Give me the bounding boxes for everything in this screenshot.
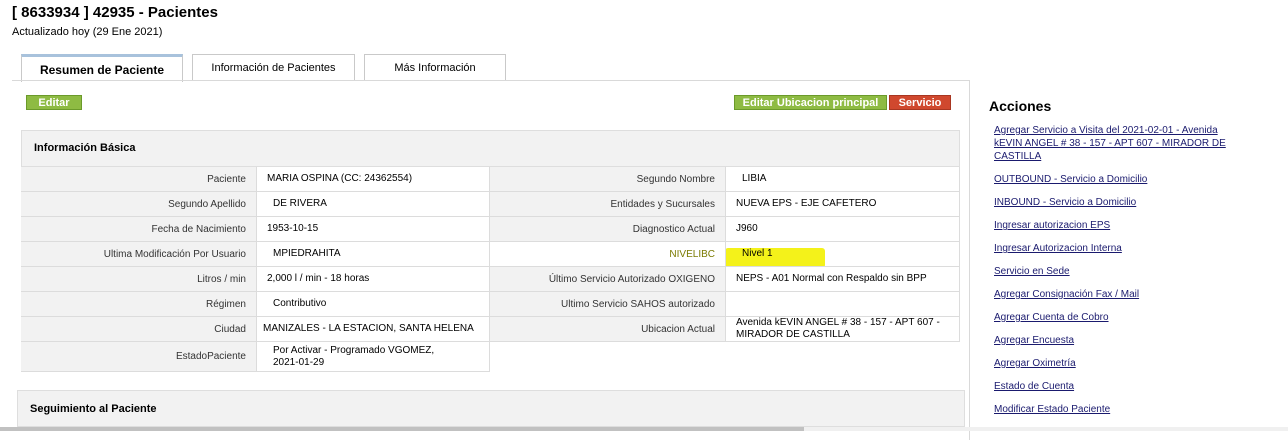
link-ingresar-autorizacion-eps[interactable]: Ingresar autorizacion EPS xyxy=(994,219,1229,232)
horizontal-scrollbar-thumb[interactable] xyxy=(0,427,804,431)
value-entidades-sucursales: NUEVA EPS - EJE CAFETERO xyxy=(725,192,960,217)
label-estado-paciente: EstadoPaciente xyxy=(21,342,256,372)
value-regimen: Contributivo xyxy=(256,292,490,317)
tab-informacion-pacientes[interactable]: Información de Pacientes xyxy=(192,54,355,80)
value-ultimo-servicio-sahos xyxy=(725,292,960,317)
info-basica-title: Información Básica xyxy=(34,142,136,154)
value-segundo-nombre: LIBIA xyxy=(725,167,960,192)
table-row: Ciudad MANIZALES - LA ESTACION, SANTA HE… xyxy=(21,317,960,342)
link-agregar-oximetria[interactable]: Agregar Oximetría xyxy=(994,357,1229,370)
label-segundo-nombre: Segundo Nombre xyxy=(490,167,725,192)
value-paciente: MARIA OSPINA (CC: 24362554) xyxy=(256,167,490,192)
page-header: [ 8633934 ] 42935 - Pacientes Actualizad… xyxy=(12,4,218,39)
tab-mas-informacion[interactable]: Más Información xyxy=(364,54,506,80)
edit-button[interactable]: Editar xyxy=(26,95,82,110)
label-ciudad: Ciudad xyxy=(21,317,256,342)
label-litros-min: Litros / min xyxy=(21,267,256,292)
label-ultimo-servicio-oxigeno: Último Servicio Autorizado OXIGENO xyxy=(490,267,725,292)
value-litros-min: 2,000 l / min - 18 horas xyxy=(256,267,490,292)
label-entidades-sucursales: Entidades y Sucursales xyxy=(490,192,725,217)
value-ubicacion-actual: Avenida kEVIN ANGEL # 38 - 157 - APT 607… xyxy=(725,317,960,342)
link-inbound-servicio-domicilio[interactable]: INBOUND - Servicio a Domicilio xyxy=(994,196,1229,209)
value-nivelibc: Nivel 1 xyxy=(725,242,960,267)
table-row: Litros / min 2,000 l / min - 18 horas Úl… xyxy=(21,267,960,292)
seguimiento-title: Seguimiento al Paciente xyxy=(30,403,157,415)
value-fecha-nacimiento: 1953-10-15 xyxy=(256,217,490,242)
acciones-title: Acciones xyxy=(989,98,1052,114)
value-ultimo-servicio-oxigeno: NEPS - A01 Normal con Respaldo sin BPP xyxy=(725,267,960,292)
table-row: Fecha de Nacimiento 1953-10-15 Diagnosti… xyxy=(21,217,960,242)
link-outbound-servicio-domicilio[interactable]: OUTBOUND - Servicio a Domicilio xyxy=(994,173,1229,186)
label-diagnostico-actual: Diagnostico Actual xyxy=(490,217,725,242)
tab-resumen-paciente[interactable]: Resumen de Paciente xyxy=(21,54,183,82)
label-fecha-nacimiento: Fecha de Nacimiento xyxy=(21,217,256,242)
value-diagnostico-actual: J960 xyxy=(725,217,960,242)
label-segundo-apellido: Segundo Apellido xyxy=(21,192,256,217)
value-ciudad: MANIZALES - LA ESTACION, SANTA HELENA xyxy=(256,317,490,342)
label-nivelibc: NIVELIBC xyxy=(490,242,725,267)
value-ultima-modificacion: MPIEDRAHITA xyxy=(256,242,490,267)
link-servicio-en-sede[interactable]: Servicio en Sede xyxy=(994,265,1229,278)
table-row: Régimen Contributivo Ultimo Servicio SAH… xyxy=(21,292,960,317)
link-agregar-servicio-visita[interactable]: Agregar Servicio a Visita del 2021-02-01… xyxy=(994,124,1229,163)
link-estado-de-cuenta[interactable]: Estado de Cuenta xyxy=(994,380,1229,393)
label-ultima-modificacion: Ultima Modificación Por Usuario xyxy=(21,242,256,267)
table-row: EstadoPaciente Por Activar - Programado … xyxy=(21,342,490,372)
link-agregar-consignacion[interactable]: Agregar Consignación Fax / Mail xyxy=(994,288,1229,301)
label-paciente: Paciente xyxy=(21,167,256,192)
table-row: Segundo Apellido DE RIVERA Entidades y S… xyxy=(21,192,960,217)
link-ingresar-autorizacion-interna[interactable]: Ingresar Autorizacion Interna xyxy=(994,242,1229,255)
value-segundo-apellido: DE RIVERA xyxy=(256,192,490,217)
link-agregar-cuenta-cobro[interactable]: Agregar Cuenta de Cobro xyxy=(994,311,1229,324)
table-row: Paciente MARIA OSPINA (CC: 24362554) Seg… xyxy=(21,167,960,192)
label-ultimo-servicio-sahos: Ultimo Servicio SAHOS autorizado xyxy=(490,292,725,317)
link-modificar-estado-paciente[interactable]: Modificar Estado Paciente xyxy=(994,403,1229,416)
page-title: [ 8633934 ] 42935 - Pacientes xyxy=(12,4,218,21)
updated-text: Actualizado hoy (29 Ene 2021) xyxy=(12,26,163,38)
seguimiento-header: Seguimiento al Paciente xyxy=(17,390,965,427)
label-ubicacion-actual: Ubicacion Actual xyxy=(490,317,725,342)
service-button[interactable]: Servicio xyxy=(889,95,951,110)
table-row: Ultima Modificación Por Usuario MPIEDRAH… xyxy=(21,242,960,267)
info-basica-header: Información Básica xyxy=(21,130,960,167)
label-regimen: Régimen xyxy=(21,292,256,317)
acciones-panel: Acciones Agregar Servicio a Visita del 2… xyxy=(989,98,1229,416)
edit-location-button[interactable]: Editar Ubicacion principal xyxy=(734,95,887,110)
link-agregar-encuesta[interactable]: Agregar Encuesta xyxy=(994,334,1229,347)
value-estado-paciente: Por Activar - Programado VGOMEZ, 2021-01… xyxy=(256,342,490,372)
